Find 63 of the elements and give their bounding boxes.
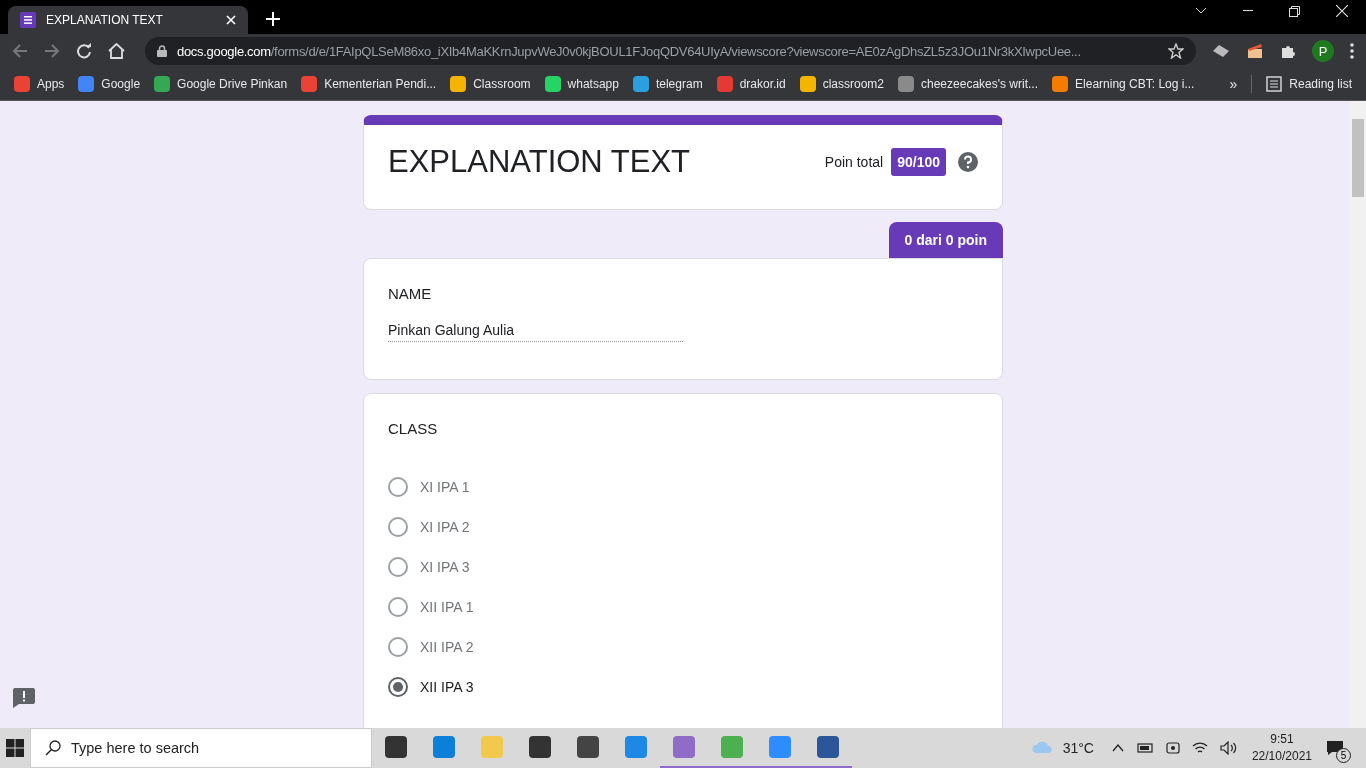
notification-button[interactable]: 5 xyxy=(1326,728,1356,768)
profile-avatar[interactable]: P xyxy=(1312,40,1334,62)
reload-icon[interactable] xyxy=(76,43,92,59)
option-label: XII IPA 2 xyxy=(420,639,474,655)
browser-tab[interactable]: EXPLANATION TEXT xyxy=(8,6,248,34)
forward-icon[interactable] xyxy=(44,43,60,59)
puzzle-icon[interactable] xyxy=(1280,43,1296,59)
lock-icon xyxy=(157,45,167,57)
option-label: XI IPA 1 xyxy=(420,479,470,495)
score-badge: 0 dari 0 poin xyxy=(888,222,1003,258)
search-icon xyxy=(45,740,61,756)
bookmarks-overflow[interactable]: » xyxy=(1229,76,1238,92)
battery-icon[interactable] xyxy=(1135,742,1154,754)
bookmark[interactable]: telegram xyxy=(632,76,703,92)
url-text: docs.google.com/forms/d/e/1FAIpQLSeM86xo_iXIb4MaKKrnJupvWeJ0v0kjBOUL1FJoqQDV64UIyA/viewscore?viewscore=AE0zAgDhsZL5z3JOu1Nr3kXIwpcUee... xyxy=(177,43,1082,59)
star-icon[interactable] xyxy=(1168,43,1184,59)
restore-icon[interactable] xyxy=(1289,5,1300,17)
home-icon[interactable] xyxy=(108,43,125,59)
bookmark[interactable]: Google Drive Pinkan xyxy=(154,76,288,92)
wifi-icon[interactable] xyxy=(1191,741,1208,755)
form-title: EXPLANATION TEXT xyxy=(388,144,691,180)
form-icon xyxy=(20,12,36,28)
webcam-icon[interactable] xyxy=(1165,740,1180,756)
option-label: XII IPA 1 xyxy=(420,599,474,615)
bookmark[interactable]: cheezeecakes's writ... xyxy=(898,76,1039,92)
minimize-icon[interactable] xyxy=(1243,10,1253,12)
clapperboard-icon[interactable] xyxy=(1246,43,1264,59)
scrollbar-thumb[interactable] xyxy=(1352,119,1364,197)
bookmark[interactable]: drakor.id xyxy=(716,76,786,92)
question-title: CLASS xyxy=(388,420,439,437)
extension-icon[interactable] xyxy=(1212,43,1230,59)
option-label: XII IPA 3 xyxy=(420,679,474,695)
answer-field: Pinkan Galung Aulia xyxy=(388,322,683,342)
points-label: Poin total xyxy=(824,154,884,170)
windows-icon[interactable] xyxy=(6,739,24,757)
bookmark[interactable]: Classroom xyxy=(450,76,531,92)
bookmark[interactable]: whatsapp xyxy=(544,76,619,92)
cloud-icon xyxy=(1030,740,1053,756)
temperature-text: 31°C xyxy=(1062,740,1094,756)
clock-date[interactable]: 22/10/2021 xyxy=(1251,748,1312,765)
speaker-icon[interactable] xyxy=(1219,741,1238,755)
clock-time[interactable]: 9:51 xyxy=(1270,731,1294,748)
reading-list-button[interactable]: Reading list xyxy=(1266,76,1352,92)
bookmark[interactable]: Elearning CBT: Log i... xyxy=(1052,76,1195,92)
bookmark[interactable]: Google xyxy=(78,76,141,92)
bookmark[interactable]: Kementerian Pendi... xyxy=(301,76,437,92)
bookmark[interactable]: Apps xyxy=(14,76,65,92)
bookmark[interactable]: classroom2 xyxy=(799,76,884,92)
close-icon[interactable] xyxy=(1336,5,1348,17)
new-tab-icon[interactable] xyxy=(266,12,280,26)
list-icon xyxy=(1266,76,1283,92)
option-label: XI IPA 3 xyxy=(420,559,470,575)
help-icon[interactable] xyxy=(958,152,978,172)
chevron-down-icon[interactable] xyxy=(1195,7,1207,15)
address-bar[interactable]: docs.google.com/forms/d/e/1FAIpQLSeM86xo_iXIb4MaKKrnJupvWeJ0v0kjBOUL1FJoqQDV64UIyA/viewscore?viewscore=AE0zAgDhsZL5z3JOu1Nr3kXIwpcUee... xyxy=(145,37,1196,65)
back-icon[interactable] xyxy=(12,43,28,59)
taskbar-search-field[interactable]: Type here to search xyxy=(30,728,372,768)
question-title: NAME xyxy=(388,285,433,302)
points-badge: 90/100 xyxy=(891,148,946,176)
menu-icon[interactable] xyxy=(1350,43,1354,59)
chevron-up-icon[interactable] xyxy=(1111,744,1124,752)
feedback-icon[interactable] xyxy=(13,688,35,708)
option-label: XI IPA 2 xyxy=(420,519,470,535)
